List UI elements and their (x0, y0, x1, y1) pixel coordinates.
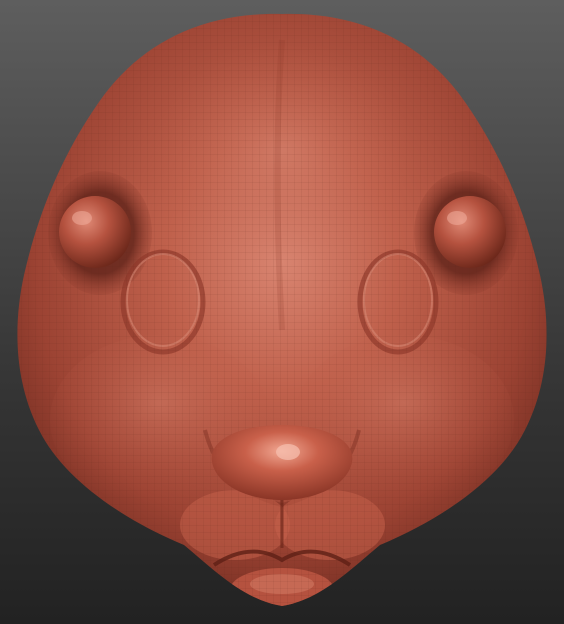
mesh-wireframe (17, 13, 547, 607)
right-eyeball[interactable] (434, 196, 506, 268)
right-eye-shine (447, 211, 467, 225)
left-eye-shine (72, 211, 92, 225)
head-mesh[interactable] (0, 0, 564, 624)
sculpt-canvas[interactable] (0, 0, 564, 624)
left-eyeball[interactable] (59, 196, 131, 268)
sculpt-viewport[interactable] (0, 0, 564, 624)
nose-highlight (276, 444, 300, 460)
